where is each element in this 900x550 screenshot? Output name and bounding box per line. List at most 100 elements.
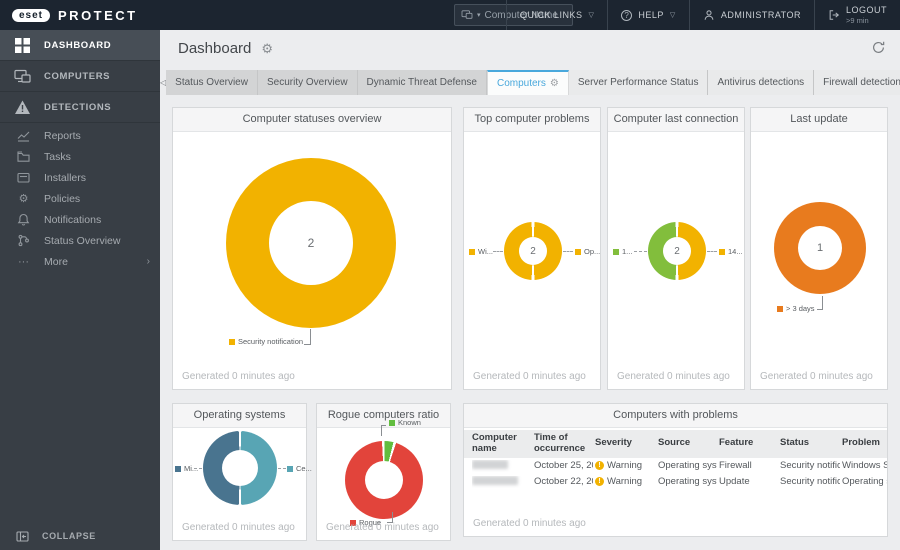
logout-button[interactable]: LOGOUT >9 min [813,0,900,30]
cell-problem: Windows Secur... [842,460,887,472]
dashboard-settings-gear-icon[interactable]: ⚙ [261,41,273,57]
table-header-row[interactable]: Computer name Time of occurrence Severit… [464,430,887,458]
installers-icon [17,171,30,184]
cell-source: Operating syst... [658,476,717,488]
legend-known[interactable]: Known [389,418,421,427]
column-header[interactable]: Problem [842,438,887,449]
sidebar-item-label: DETECTIONS [44,101,112,113]
cell-problem: Operating syst... [842,476,887,488]
tab-antivirus-detections[interactable]: Antivirus detections [708,70,815,95]
help-menu[interactable]: ? HELP ▽ [607,0,688,30]
collapse-button[interactable]: COLLAPSE [0,522,160,550]
legend-right[interactable]: Op... [575,247,600,256]
card-computer-statuses-overview: Computer statuses overview 2 Security no… [172,107,452,390]
legend-security-notification[interactable]: Security notification [229,337,303,346]
user-icon [704,10,714,20]
card-last-update: Last update 1 > 3 days Generated 0 minut… [750,107,888,390]
column-header[interactable]: Severity [595,438,656,449]
cell-time: October 22, 20... [534,476,593,488]
app-logo[interactable]: eset PROTECT [12,8,138,23]
legend-right[interactable]: Ce... [287,464,312,473]
card-rogue-computers-ratio: Rogue computers ratio Known Rogue Genera… [316,403,451,541]
topbar: eset PROTECT ▾ Computer Name QUICK LINKS… [0,0,900,30]
tab-firewall-detections[interactable]: Firewall detections [814,70,900,95]
card-title[interactable]: Top computer problems [464,108,600,132]
generated-timestamp: Generated 0 minutes ago [182,522,295,533]
sidebar-item-label: Status Overview [44,234,121,247]
cell-severity: ! Warning [595,460,656,471]
sidebar-item-label: COMPUTERS [44,70,111,82]
sidebar-item-tasks[interactable]: Tasks [0,146,160,167]
tab-dynamic-threat-defense[interactable]: Dynamic Threat Defense [357,70,487,95]
donut-center-value: 2 [307,236,315,250]
column-header[interactable]: Source [658,438,717,449]
column-header[interactable]: Feature [719,438,778,449]
legend-swatch [613,248,619,255]
sidebar: DASHBOARD COMPUTERS DETECTIONS Reports T… [0,30,160,550]
chevron-down-icon: ▽ [588,12,595,19]
column-header[interactable]: Computer name [472,433,532,455]
sidebar-item-more[interactable]: ··· More › [0,251,160,272]
legend-left[interactable]: Wi... [469,247,493,256]
legend-swatch [287,465,293,472]
card-title[interactable]: Computer last connection [608,108,744,132]
computers-icon [14,69,31,83]
legend-swatch [575,248,581,255]
tasks-folder-icon [17,150,30,163]
card-title[interactable]: Computer statuses overview [173,108,451,132]
tab-computers[interactable]: Computers ⚙ [486,70,569,95]
policies-gear-icon: ⚙ [18,193,29,205]
legend-left[interactable]: 1... [613,247,632,256]
sidebar-item-computers[interactable]: COMPUTERS [0,61,160,92]
card-title[interactable]: Last update [751,108,887,132]
warning-triangle-icon [15,100,30,114]
generated-timestamp: Generated 0 minutes ago [473,371,586,382]
column-header[interactable]: Time of occurrence [534,433,593,455]
sidebar-item-installers[interactable]: Installers [0,167,160,188]
dashboard-grid-icon [15,37,30,53]
sidebar-item-detections[interactable]: DETECTIONS [0,92,160,123]
administrator-menu[interactable]: ADMINISTRATOR [688,0,814,30]
sidebar-item-label: Policies [44,192,81,205]
sidebar-item-status-overview[interactable]: Status Overview [0,230,160,251]
card-title[interactable]: Operating systems [173,404,306,428]
chevron-right-icon: › [146,256,150,267]
legend-right[interactable]: 14... [719,247,743,256]
cell-source: Operating syst... [658,460,717,472]
card-title[interactable]: Computers with problems [464,404,887,428]
quick-links-menu[interactable]: QUICK LINKS ▽ [506,0,607,30]
cell-severity: ! Warning [595,476,656,487]
sidebar-item-notifications[interactable]: Notifications [0,209,160,230]
chevron-down-icon: ▽ [669,12,676,19]
collapse-label: COLLAPSE [42,531,96,541]
table-row[interactable]: October 25, 20... ! Warning Operating sy… [464,458,887,474]
sidebar-subitems: Reports Tasks Installers ⚙ Policies Noti… [0,123,160,272]
sidebar-item-policies[interactable]: ⚙ Policies [0,188,160,209]
cell-time: October 25, 20... [534,460,593,472]
legend-swatch [777,305,783,312]
table-row[interactable]: October 22, 20... ! Warning Operating sy… [464,474,887,490]
legend-over-3-days[interactable]: > 3 days [777,304,815,313]
refresh-icon[interactable] [871,40,886,55]
sidebar-item-reports[interactable]: Reports [0,125,160,146]
cell-feature: Update [719,476,750,488]
tab-security-overview[interactable]: Security Overview [257,70,358,95]
tab-server-performance-status[interactable]: Server Performance Status [568,70,709,95]
generated-timestamp: Generated 0 minutes ago [473,518,586,529]
column-header[interactable]: Status [780,438,840,449]
topbar-menu: QUICK LINKS ▽ ? HELP ▽ ADMINISTRATOR LOG… [506,0,900,30]
page-title: Dashboard [178,40,252,57]
tab-status-overview[interactable]: Status Overview [166,70,258,95]
sidebar-item-dashboard[interactable]: DASHBOARD [0,30,160,61]
sidebar-item-label: Notifications [44,213,102,226]
chevron-down-icon[interactable]: ▾ [477,11,481,19]
legend-swatch [469,248,475,255]
warning-icon: ! [595,461,604,471]
product-name: PROTECT [58,7,138,23]
tab-settings-gear-icon[interactable]: ⚙ [550,78,559,89]
legend-swatch [719,248,725,255]
sidebar-item-label: More [44,255,68,268]
more-dots-icon: ··· [18,255,29,268]
legend-swatch [389,419,395,426]
logout-icon [829,10,840,20]
